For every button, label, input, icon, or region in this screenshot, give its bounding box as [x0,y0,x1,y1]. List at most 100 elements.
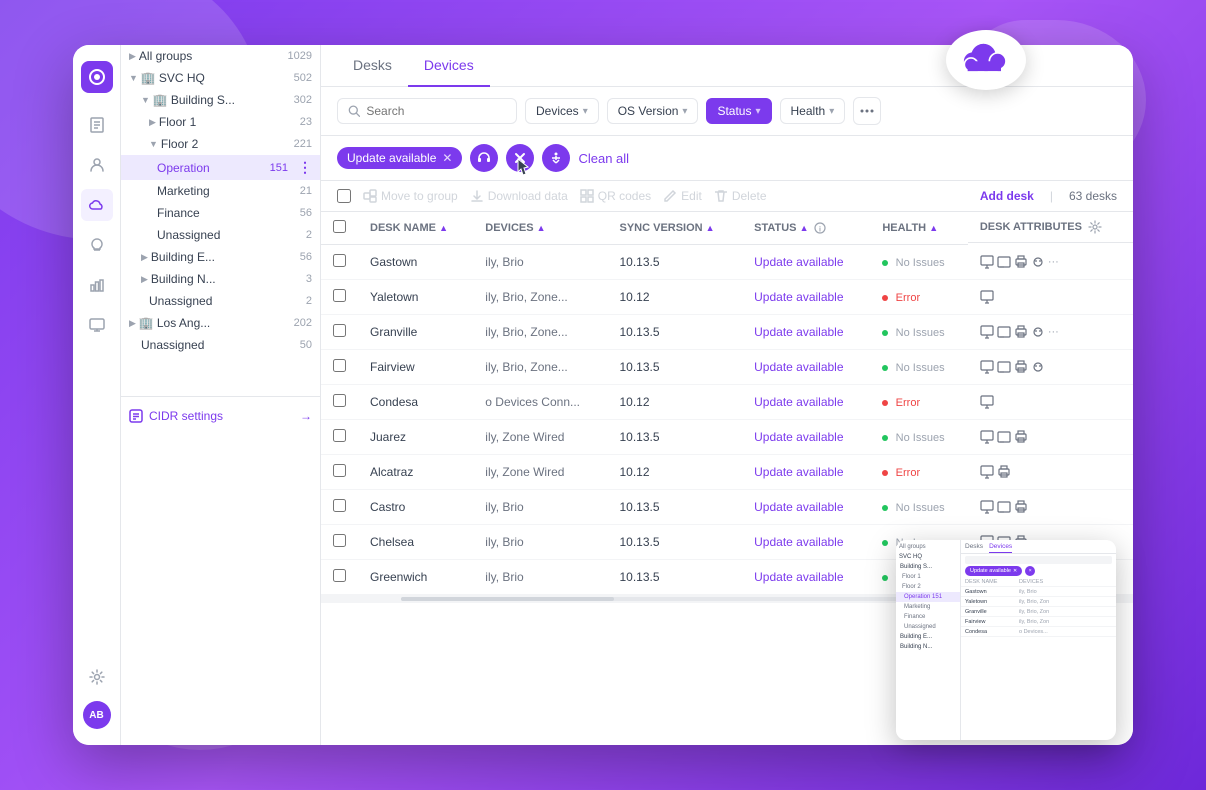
device-icons: ··· [980,325,1121,339]
edit-button[interactable]: Edit [663,189,702,203]
table-header-row: DESK NAME ▲ DEVICES ▲ SYNC VERSION ▲ STA… [321,212,1133,245]
row-checkbox[interactable] [333,534,346,547]
health-dot [882,540,888,546]
tree-count: 3 [306,273,312,285]
download-data-button[interactable]: Download data [470,189,568,203]
row-checkbox[interactable] [333,359,346,372]
row-checkbox[interactable] [333,464,346,477]
tree-label: Floor 2 [161,137,287,151]
devices-cell: ily, Zone Wired [473,420,607,455]
filter-chip-devices[interactable]: Devices ▾ [525,98,599,124]
tree-item-floor1[interactable]: ▶ Floor 1 23 [121,111,320,133]
tree-item-operation[interactable]: Operation 151 ⋮ [121,155,320,180]
filter-accessibility-icon[interactable] [542,144,570,172]
tree-label: Operation [157,161,258,175]
edit-icon [663,189,677,203]
settings-icon[interactable] [81,661,113,693]
header-sync-version[interactable]: SYNC VERSION ▲ [607,212,742,245]
clean-all-label: Clean all [578,151,629,166]
search-box[interactable] [337,98,517,124]
status-cell: Update available [742,560,870,595]
tree-item-building-s[interactable]: ▼ 🏢 Building S... 302 [121,89,320,111]
row-checkbox[interactable] [333,254,346,267]
filter-chip-status[interactable]: Status ▾ [706,98,771,124]
filter-chip-health[interactable]: Health ▾ [780,98,846,124]
nav-icon-monitor[interactable] [81,309,113,341]
tree-label: All groups [139,49,281,63]
tree-item-floor2[interactable]: ▼ Floor 2 221 [121,133,320,155]
filter-chip-os-version[interactable]: OS Version ▾ [607,98,699,124]
brand-icon [81,61,113,93]
screen-icon [997,255,1011,269]
tree-item-finance[interactable]: Finance 56 [121,202,320,224]
qr-codes-button[interactable]: QR codes [580,189,651,203]
health-label: Error [896,397,920,409]
row-checkbox[interactable] [333,569,346,582]
tree-item-marketing[interactable]: Marketing 21 [121,180,320,202]
tree-label: Building S... [171,93,287,107]
filter-headset-icon[interactable] [470,144,498,172]
row-checkbox-cell [321,280,358,315]
header-status[interactable]: STATUS ▲ i [742,212,870,245]
table-row: Gastown ily, Brio 10.13.5 Update availab… [321,245,1133,280]
nav-icon-person[interactable] [81,149,113,181]
user-avatar[interactable]: AB [83,701,111,729]
row-checkbox[interactable] [333,429,346,442]
tree-item-building-e[interactable]: ▶ Building E... 56 [121,246,320,268]
tree-arrow: ▶ [129,318,136,329]
tree-item-svc-hq[interactable]: ▼ 🏢 SVC HQ 502 [121,67,320,89]
tree-count: 23 [300,116,312,128]
devices-cell: o Devices Conn... [473,385,607,420]
tab-devices[interactable]: Devices [408,45,490,87]
devices-cell: ily, Brio, Zone... [473,280,607,315]
header-desk-name[interactable]: DESK NAME ▲ [358,212,473,245]
health-dot [882,470,888,476]
nav-icon-bulb[interactable] [81,229,113,261]
tree-dots[interactable]: ⋮ [298,159,312,176]
health-label: No Issues [896,327,945,339]
row-checkbox-cell [321,525,358,560]
delete-button[interactable]: Delete [714,189,767,203]
more-attrs[interactable]: ··· [1048,256,1059,268]
tree-item-los-ang[interactable]: ▶ 🏢 Los Ang... 202 [121,312,320,334]
desk-name-cell: Alcatraz [358,455,473,490]
nav-icon-cloud[interactable] [81,189,113,221]
row-checkbox-cell [321,490,358,525]
add-desk-button[interactable]: Add desk [980,189,1034,203]
row-checkbox[interactable] [333,324,346,337]
nav-icon-book[interactable] [81,109,113,141]
more-options-button[interactable] [853,97,881,125]
tree-item-unassigned1[interactable]: Unassigned 2 [121,224,320,246]
clean-all-button[interactable]: Clean all [578,151,629,166]
cidr-settings-link[interactable]: CIDR settings → [121,396,320,435]
tree-count: 56 [300,251,312,263]
tree-item-all-groups[interactable]: ▶ All groups 1029 [121,45,320,67]
scroll-track[interactable] [401,597,933,601]
header-checkbox-input[interactable] [333,220,346,233]
sync-version-cell: 10.13.5 [607,490,742,525]
tree-item-building-n[interactable]: ▶ Building N... 3 [121,268,320,290]
scroll-thumb[interactable] [401,597,614,601]
filter-close-bubble[interactable] [506,144,534,172]
row-checkbox[interactable] [333,499,346,512]
nav-icon-chart[interactable] [81,269,113,301]
move-to-group-button[interactable]: Move to group [363,189,458,203]
tab-desks[interactable]: Desks [337,45,408,87]
settings-icon[interactable] [1088,220,1102,234]
row-checkbox[interactable] [333,394,346,407]
tree-item-unassigned2[interactable]: Unassigned 2 [121,290,320,312]
tree-arrow: ▼ [149,139,158,149]
header-health[interactable]: HEALTH ▲ [870,212,968,245]
tree-label: Unassigned [149,294,299,308]
health-dot [882,435,888,441]
search-input[interactable] [366,104,506,118]
tree-item-unassigned3[interactable]: Unassigned 50 [121,334,320,356]
row-checkbox[interactable] [333,289,346,302]
tree-sidebar: ▶ All groups 1029 ▼ 🏢 SVC HQ 502 ▼ 🏢 Bui… [121,45,321,745]
header-devices[interactable]: DEVICES ▲ [473,212,607,245]
tree-count: 2 [306,295,312,307]
select-all-checkbox[interactable] [337,189,351,203]
more-attrs[interactable]: ··· [1048,326,1059,338]
filter-tag-close[interactable]: ✕ [442,151,452,165]
health-cell: No Issues [870,350,968,385]
